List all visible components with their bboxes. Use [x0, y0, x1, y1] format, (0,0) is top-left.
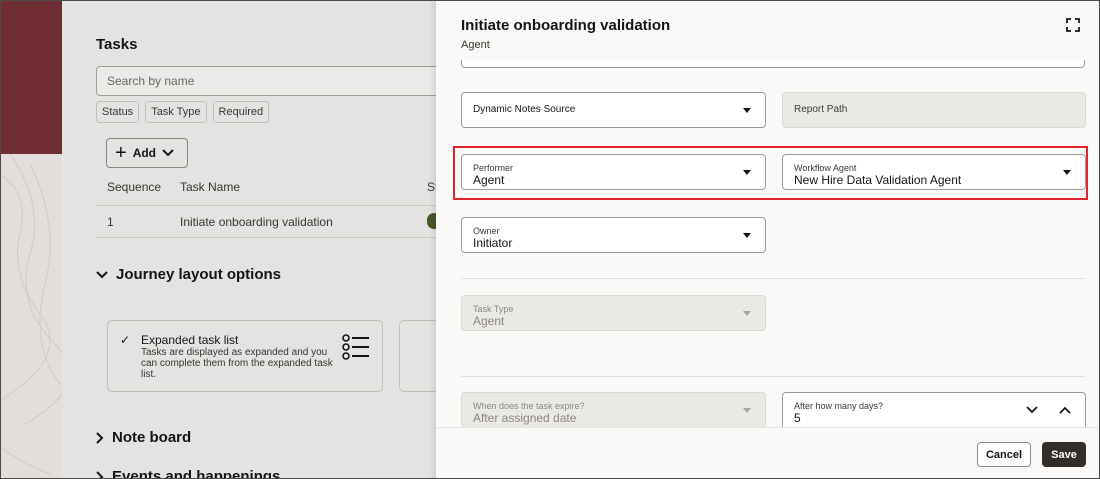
increment-chevron-up-icon[interactable] — [1057, 402, 1073, 418]
drawer-title: Initiate onboarding validation — [461, 17, 671, 34]
decrement-chevron-down-icon[interactable] — [1024, 402, 1040, 418]
days-stepper[interactable]: After how many days? 5 — [782, 392, 1086, 432]
cancel-button[interactable]: Cancel — [977, 442, 1031, 467]
field-label: After how many days? — [794, 401, 884, 411]
field-value: After assigned date — [473, 411, 577, 425]
report-path-field[interactable]: Report Path — [782, 92, 1086, 128]
task-type-select: Task Type Agent — [461, 295, 766, 331]
section-divider — [461, 376, 1085, 377]
expiry-select: When does the task expire? After assigne… — [461, 392, 766, 428]
modal-scrim — [62, 0, 436, 479]
field-label: Dynamic Notes Source — [473, 104, 576, 115]
topography-lines-icon — [0, 153, 62, 475]
field-label: Task Type — [473, 304, 514, 314]
section-divider — [461, 278, 1085, 279]
field-value: 5 — [794, 411, 801, 425]
dynamic-notes-source-select[interactable]: Dynamic Notes Source — [461, 92, 766, 128]
field-label: Report Path — [794, 104, 848, 115]
drawer-footer: Cancel Save — [436, 427, 1100, 479]
expand-icon[interactable] — [1066, 18, 1080, 32]
caret-down-icon — [743, 108, 751, 113]
field-value: Agent — [473, 314, 505, 328]
highlight-box — [453, 146, 1088, 200]
save-button[interactable]: Save — [1042, 442, 1086, 467]
field-label: When does the task expire? — [473, 401, 585, 411]
drawer-subtitle: Agent — [461, 39, 490, 51]
caret-down-icon — [743, 408, 751, 413]
field-label: Owner — [473, 226, 500, 236]
brand-strip — [0, 0, 62, 479]
caret-down-icon — [743, 311, 751, 316]
field-value: Initiator — [473, 236, 513, 250]
previous-field-edge — [461, 60, 1085, 68]
owner-select[interactable]: Owner Initiator — [461, 217, 766, 253]
topography-pattern — [0, 153, 62, 479]
task-drawer: Initiate onboarding validation Agent Dyn… — [436, 0, 1100, 479]
brand-banner — [0, 0, 62, 154]
caret-down-icon — [743, 233, 751, 238]
